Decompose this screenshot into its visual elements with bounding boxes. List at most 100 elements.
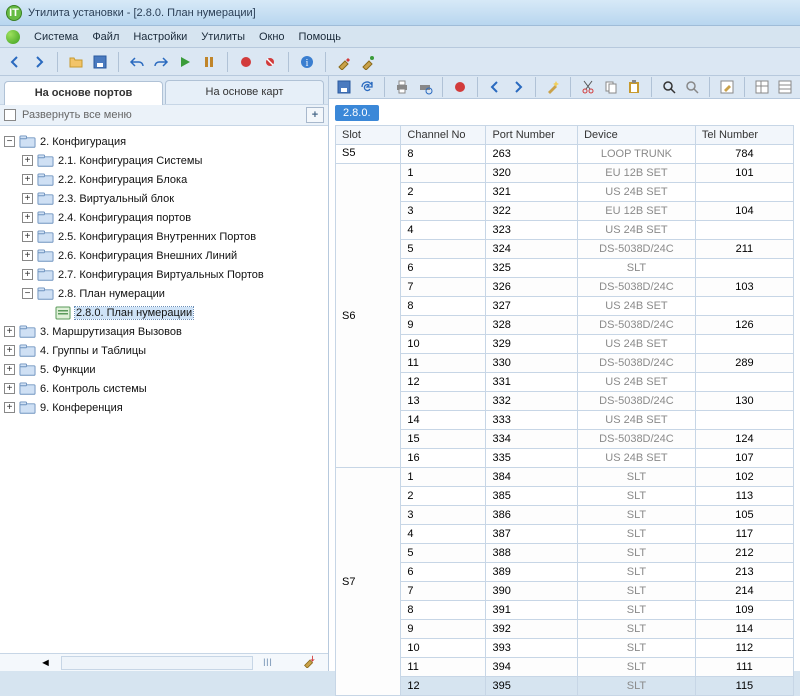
- numbering-plan-table[interactable]: Slot Channel No Port Number Device Tel N…: [335, 125, 794, 696]
- cell-device[interactable]: EU 12B SET: [578, 164, 696, 183]
- table-row[interactable]: 15334DS-5038D/24C124: [336, 430, 794, 449]
- expand-all-checkbox[interactable]: [4, 109, 16, 121]
- table-row[interactable]: 7390SLT214: [336, 582, 794, 601]
- expand-all-plus-button[interactable]: +: [306, 107, 324, 123]
- copy-icon[interactable]: [600, 76, 622, 98]
- cell-channel[interactable]: 6: [401, 259, 486, 278]
- nav-prev-icon[interactable]: [484, 76, 506, 98]
- edit-cell-icon[interactable]: [716, 76, 738, 98]
- cell-device[interactable]: DS-5038D/24C: [578, 240, 696, 259]
- cell-tel[interactable]: [695, 297, 793, 316]
- cell-channel[interactable]: 8: [401, 601, 486, 620]
- cell-channel[interactable]: 4: [401, 525, 486, 544]
- table-row[interactable]: 12331US 24B SET: [336, 373, 794, 392]
- cell-device[interactable]: US 24B SET: [578, 183, 696, 202]
- menu-file[interactable]: Файл: [86, 29, 125, 45]
- cell-device[interactable]: SLT: [578, 525, 696, 544]
- cell-tel[interactable]: 104: [695, 202, 793, 221]
- tree-item[interactable]: +2.2. Конфигурация Блока: [4, 170, 324, 189]
- cell-device[interactable]: US 24B SET: [578, 221, 696, 240]
- cell-port[interactable]: 333: [486, 411, 578, 430]
- tree-item[interactable]: −2.8. План нумерации: [4, 284, 324, 303]
- table-row[interactable]: 2385SLT113: [336, 487, 794, 506]
- cell-port[interactable]: 263: [486, 145, 578, 164]
- cell-channel[interactable]: 1: [401, 164, 486, 183]
- cell-tel[interactable]: 289: [695, 354, 793, 373]
- cell-channel[interactable]: 8: [401, 297, 486, 316]
- cell-device[interactable]: SLT: [578, 544, 696, 563]
- table-row[interactable]: S61320EU 12B SET101: [336, 164, 794, 183]
- cell-tel[interactable]: 112: [695, 639, 793, 658]
- cell-tel[interactable]: 114: [695, 620, 793, 639]
- cell-tel[interactable]: 109: [695, 601, 793, 620]
- cell-port[interactable]: 390: [486, 582, 578, 601]
- cell-channel[interactable]: 7: [401, 278, 486, 297]
- cell-channel[interactable]: 3: [401, 202, 486, 221]
- cell-port[interactable]: 395: [486, 677, 578, 696]
- cell-device[interactable]: SLT: [578, 468, 696, 487]
- col-tel[interactable]: Tel Number: [695, 126, 793, 145]
- scroll-left-icon[interactable]: ◄: [40, 657, 51, 669]
- tree-item[interactable]: +2.4. Конфигурация портов: [4, 208, 324, 227]
- refresh-icon[interactable]: [356, 76, 378, 98]
- stop-icon[interactable]: [259, 51, 281, 73]
- cell-device[interactable]: SLT: [578, 639, 696, 658]
- cell-device[interactable]: LOOP TRUNK: [578, 145, 696, 164]
- print-preview-icon[interactable]: [414, 76, 436, 98]
- table-row[interactable]: 2321US 24B SET: [336, 183, 794, 202]
- tab-cards[interactable]: На основе карт: [165, 80, 324, 104]
- cell-tel[interactable]: [695, 259, 793, 278]
- table-row[interactable]: 11330DS-5038D/24C289: [336, 354, 794, 373]
- cell-device[interactable]: DS-5038D/24C: [578, 430, 696, 449]
- nav-next-icon[interactable]: [507, 76, 529, 98]
- cell-channel[interactable]: 5: [401, 240, 486, 259]
- cell-port[interactable]: 391: [486, 601, 578, 620]
- cell-port[interactable]: 334: [486, 430, 578, 449]
- cell-port[interactable]: 325: [486, 259, 578, 278]
- sync-down-icon[interactable]: [302, 654, 316, 671]
- cell-port[interactable]: 388: [486, 544, 578, 563]
- cell-device[interactable]: SLT: [578, 582, 696, 601]
- tab-ports[interactable]: На основе портов: [4, 81, 163, 105]
- cell-device[interactable]: US 24B SET: [578, 297, 696, 316]
- cell-tel[interactable]: [695, 373, 793, 392]
- table-row[interactable]: S58263LOOP TRUNK784: [336, 145, 794, 164]
- cell-slot[interactable]: S7: [336, 468, 401, 696]
- tree-item[interactable]: +5. Функции: [4, 360, 324, 379]
- undo-icon[interactable]: [126, 51, 148, 73]
- cell-tel[interactable]: 103: [695, 278, 793, 297]
- cell-port[interactable]: 321: [486, 183, 578, 202]
- cell-port[interactable]: 332: [486, 392, 578, 411]
- menu-settings[interactable]: Настройки: [127, 29, 193, 45]
- cell-device[interactable]: US 24B SET: [578, 373, 696, 392]
- tree-item[interactable]: +2.7. Конфигурация Виртуальных Портов: [4, 265, 324, 284]
- cell-channel[interactable]: 14: [401, 411, 486, 430]
- cell-channel[interactable]: 9: [401, 620, 486, 639]
- cell-channel[interactable]: 15: [401, 430, 486, 449]
- table-row[interactable]: 6389SLT213: [336, 563, 794, 582]
- cell-device[interactable]: SLT: [578, 506, 696, 525]
- cell-port[interactable]: 331: [486, 373, 578, 392]
- tree-item-leaf[interactable]: 2.8.0. План нумерации: [4, 303, 324, 322]
- table-row[interactable]: 5388SLT212: [336, 544, 794, 563]
- tree-expander-icon[interactable]: −: [22, 288, 33, 299]
- tree-expander-icon[interactable]: +: [4, 383, 15, 394]
- cell-tel[interactable]: [695, 221, 793, 240]
- tree-item[interactable]: +3. Маршрутизация Вызовов: [4, 322, 324, 341]
- cell-port[interactable]: 327: [486, 297, 578, 316]
- grid-a-icon[interactable]: [751, 76, 773, 98]
- table-row[interactable]: 9392SLT114: [336, 620, 794, 639]
- save-icon[interactable]: [333, 76, 355, 98]
- cell-channel[interactable]: 11: [401, 354, 486, 373]
- table-row[interactable]: S71384SLT102: [336, 468, 794, 487]
- cell-tel[interactable]: 130: [695, 392, 793, 411]
- cell-tel[interactable]: 115: [695, 677, 793, 696]
- table-row[interactable]: 14333US 24B SET: [336, 411, 794, 430]
- cell-device[interactable]: DS-5038D/24C: [578, 354, 696, 373]
- cell-channel[interactable]: 9: [401, 316, 486, 335]
- cell-tel[interactable]: 126: [695, 316, 793, 335]
- table-row[interactable]: 6325SLT: [336, 259, 794, 278]
- save-icon[interactable]: [89, 51, 111, 73]
- cell-port[interactable]: 393: [486, 639, 578, 658]
- tree-expander-icon[interactable]: −: [4, 136, 15, 147]
